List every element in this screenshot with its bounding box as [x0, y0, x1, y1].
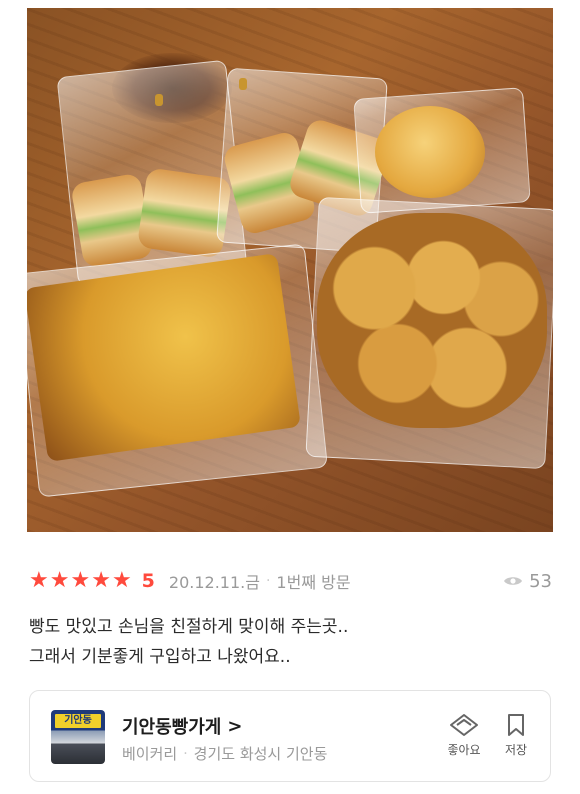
rating-score: 5: [141, 570, 155, 592]
view-count: 53: [503, 571, 552, 592]
place-name: 기안동빵가게: [122, 717, 222, 738]
star-icon: ★: [70, 568, 91, 593]
info-separator: ·: [183, 745, 188, 762]
place-card[interactable]: 기안동 기안동빵가게 > 베이커리 · 경기도 화성시 기안동 좋아요 저장: [29, 690, 551, 782]
chevron-right-icon: >: [227, 715, 243, 737]
bag-twist-tie: [155, 94, 163, 106]
place-thumbnail[interactable]: 기안동: [51, 710, 105, 764]
star-icon: ★: [111, 568, 132, 593]
place-name-link[interactable]: 기안동빵가게 >: [122, 713, 242, 739]
review-text: 빵도 맛있고 손님을 친절하게 맞이해 주는곳.. 그래서 기분좋게 구입하고 …: [29, 612, 549, 672]
braided-bread: [317, 213, 547, 428]
meta-separator: ·: [265, 573, 271, 589]
review-text-line: 빵도 맛있고 손님을 친절하게 맞이해 주는곳..: [29, 617, 349, 637]
save-button[interactable]: 저장: [494, 713, 538, 758]
castella-cake: [27, 253, 301, 462]
like-button[interactable]: 좋아요: [442, 713, 486, 758]
place-address: 경기도 화성시 기안동: [193, 745, 328, 763]
bag-twist-tie: [239, 78, 247, 90]
eye-icon: [504, 577, 523, 585]
visit-count: 1번째 방문: [276, 573, 351, 592]
soboro-bun: [375, 106, 485, 198]
bookmark-icon: [508, 714, 524, 736]
view-count-value: 53: [529, 570, 552, 592]
like-label: 좋아요: [447, 743, 481, 757]
place-category: 베이커리: [122, 745, 178, 763]
save-label: 저장: [504, 743, 528, 757]
star-icon: ★: [29, 568, 49, 593]
star-icon: ★: [91, 568, 111, 593]
review-text-line: 그래서 기분좋게 구입하고 나왔어요..: [29, 647, 291, 667]
star-icon: ★: [49, 568, 70, 593]
star-rating: ★ ★ ★ ★ ★: [29, 570, 132, 592]
heart-diamond-icon: [450, 714, 478, 736]
review-date: 20.12.11.금: [168, 573, 260, 592]
review-photo[interactable]: [27, 8, 553, 532]
place-info: 베이커리 · 경기도 화성시 기안동: [122, 743, 327, 764]
storefront-sign: 기안동: [55, 714, 101, 728]
review-meta: ★ ★ ★ ★ ★ 5 20.12.11.금 · 1번째 방문 53: [29, 568, 552, 594]
